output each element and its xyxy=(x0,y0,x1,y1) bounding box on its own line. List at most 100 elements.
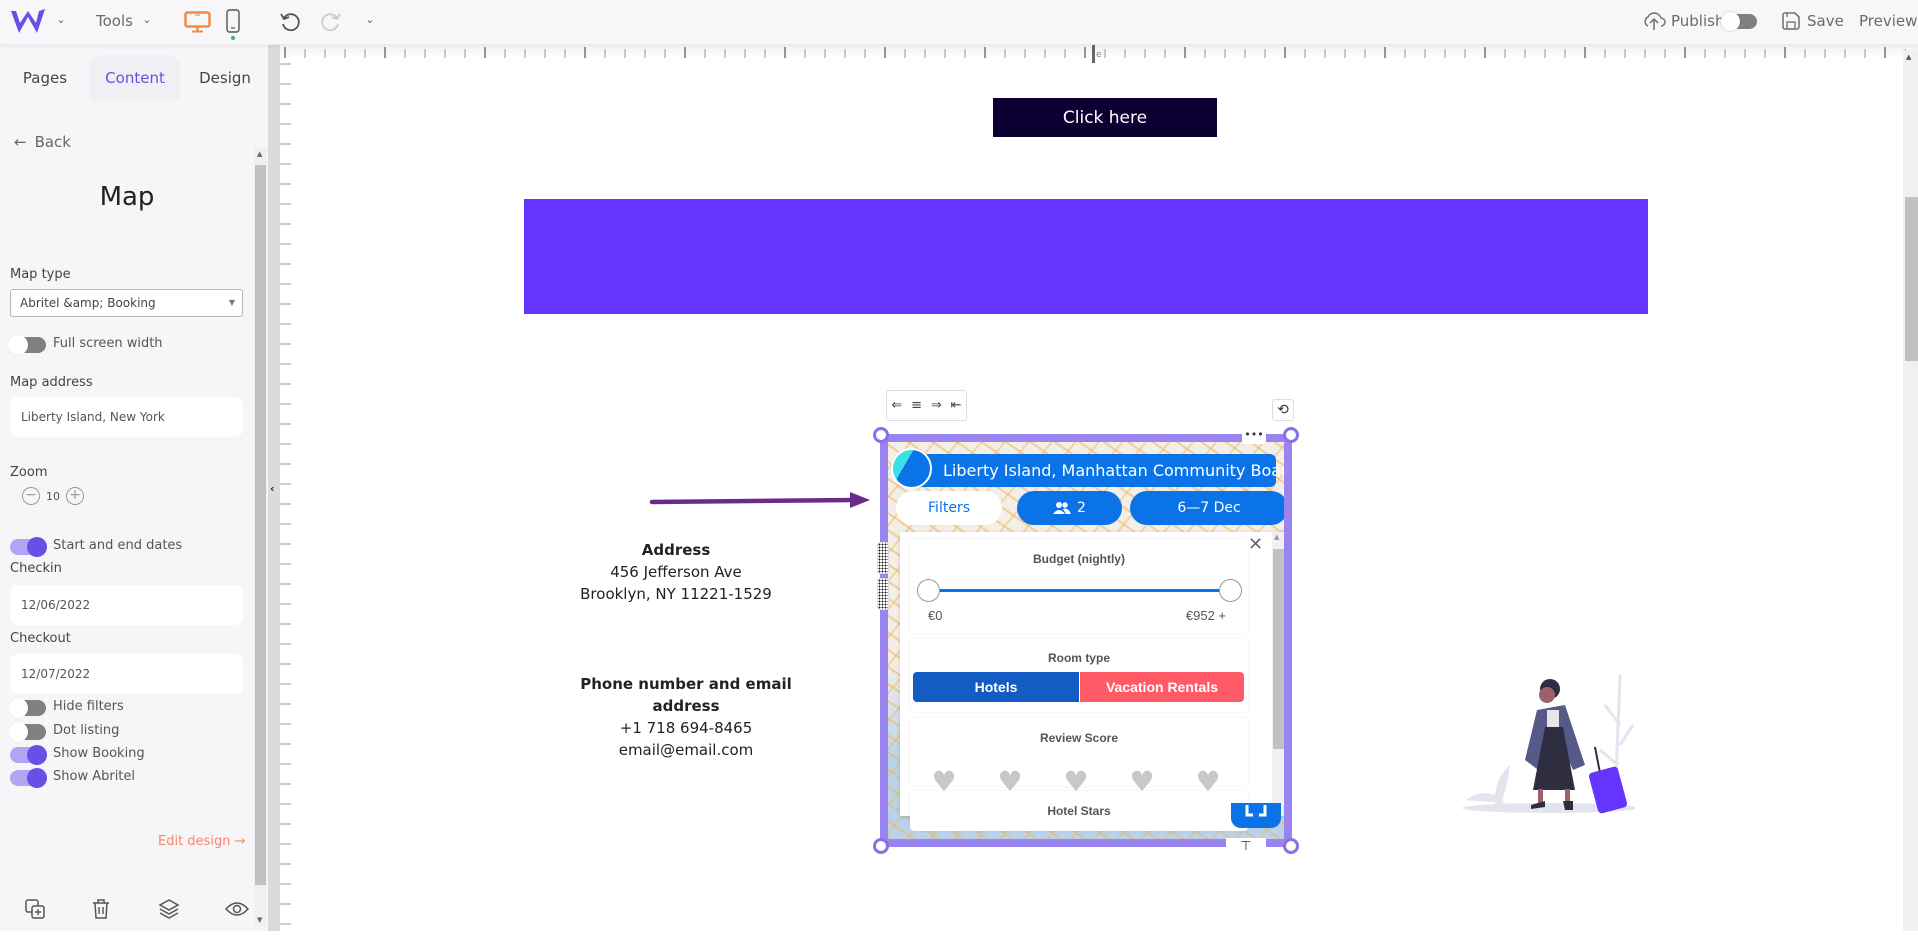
guests-count: 2 xyxy=(1077,500,1086,516)
start-end-dates-toggle[interactable] xyxy=(10,537,47,557)
dot-listing-toggle[interactable] xyxy=(8,722,46,742)
tab-content[interactable]: Content xyxy=(90,55,180,100)
filters-scrollbar-thumb[interactable] xyxy=(1273,549,1284,749)
contact-block[interactable]: Phone number and email address +1 718 69… xyxy=(546,673,826,761)
collapse-panel-icon[interactable]: ‹ xyxy=(270,482,275,495)
map-address-input[interactable]: Liberty Island, New York xyxy=(10,397,243,437)
pointer-arrow[interactable] xyxy=(648,490,873,512)
panel-scrollbar-thumb[interactable] xyxy=(255,165,266,885)
phone-number: +1 718 694-8465 xyxy=(619,719,753,737)
vertical-align-bottom-icon[interactable]: ⊤ xyxy=(1226,838,1266,858)
vertical-ruler xyxy=(280,59,292,931)
contact-heading: Phone number and email address xyxy=(580,675,792,715)
zoom-minus-button[interactable]: − xyxy=(22,487,40,505)
address-block[interactable]: Address 456 Jefferson Ave Brooklyn, NY 1… xyxy=(556,539,796,605)
guests-button[interactable]: 2 xyxy=(1017,491,1122,525)
budget-slider-min-handle[interactable] xyxy=(917,579,940,602)
purple-banner[interactable] xyxy=(524,199,1648,314)
logo-chevron-down-icon[interactable]: ⌄ xyxy=(54,12,68,26)
panel-scrollbar[interactable]: ▲ ▼ xyxy=(254,147,267,927)
publish-button[interactable]: Publish xyxy=(1671,12,1724,30)
budget-slider-track[interactable] xyxy=(934,589,1236,592)
map-type-label: Map type xyxy=(10,267,71,282)
zoom-label: Zoom xyxy=(10,465,48,480)
hotel-stars-title: Hotel Stars xyxy=(1047,804,1111,818)
reset-rotate-icon[interactable]: ⟲ xyxy=(1272,399,1294,421)
hide-filters-toggle[interactable] xyxy=(8,698,46,718)
hotels-button[interactable]: Hotels xyxy=(913,672,1079,702)
alignment-toolbar: ⇐ ≡ ⇒ ⇤ xyxy=(886,390,967,421)
zoom-value: 10 xyxy=(46,490,60,503)
tools-chevron-down-icon[interactable]: ⌄ xyxy=(140,12,154,26)
more-options-button[interactable]: ••• xyxy=(1242,428,1266,444)
resize-handle-bottom-left[interactable] xyxy=(873,838,889,854)
show-booking-label: Show Booking xyxy=(53,746,145,761)
arrow-head xyxy=(850,492,870,508)
click-here-button[interactable]: Click here xyxy=(993,98,1217,137)
map-location-header[interactable]: Liberty Island, Manhattan Community Boar… xyxy=(898,454,1284,487)
budget-slider-max-handle[interactable] xyxy=(1219,579,1242,602)
canvas-scrollbar[interactable]: ▲ xyxy=(1903,50,1918,931)
align-left-icon[interactable]: ⇐ xyxy=(891,398,902,413)
history-chevron-down-icon[interactable]: ⌄ xyxy=(363,12,377,26)
dates-button[interactable]: 6—7 Dec xyxy=(1130,491,1284,525)
panel-collapse-gutter[interactable]: ‹ xyxy=(268,45,280,931)
layers-icon[interactable] xyxy=(158,898,180,924)
scroll-up-arrow-icon[interactable]: ▲ xyxy=(257,150,262,158)
zoom-plus-button[interactable]: + xyxy=(66,487,84,505)
fullscreen-map-button[interactable] xyxy=(1231,803,1281,828)
map-type-select[interactable]: Abritel &amp; Booking ▼ xyxy=(10,289,243,317)
traveler-illustration[interactable] xyxy=(1455,665,1635,815)
tools-menu[interactable]: Tools xyxy=(96,12,133,30)
undo-icon[interactable] xyxy=(278,9,302,33)
preview-button[interactable]: Preview xyxy=(1859,12,1917,30)
close-filters-icon[interactable]: ✕ xyxy=(1248,534,1263,555)
redo-icon[interactable] xyxy=(319,9,343,33)
show-abritel-label: Show Abritel xyxy=(53,769,136,784)
dropdown-arrow-icon: ▼ xyxy=(228,298,235,307)
checkin-input[interactable]: 12/06/2022 xyxy=(10,585,243,625)
ruler-marker[interactable] xyxy=(1092,45,1095,63)
drag-handle-icon[interactable] xyxy=(877,578,889,610)
canvas-scrollbar-thumb[interactable] xyxy=(1905,197,1918,361)
budget-min-value: €0 xyxy=(928,608,943,623)
horizontal-ruler: e xyxy=(280,45,1918,63)
edit-design-link[interactable]: Edit design → xyxy=(158,834,245,849)
filters-scroll-up-icon[interactable]: ▲ xyxy=(1274,533,1279,541)
map-address-label: Map address xyxy=(10,375,93,390)
map-widget[interactable]: New York Bay Liberty Island, Manhattan C… xyxy=(880,434,1292,847)
upload-cloud-icon[interactable] xyxy=(1642,9,1666,33)
checkout-input[interactable]: 12/07/2022 xyxy=(10,654,243,694)
drag-handle-icon[interactable] xyxy=(877,542,889,574)
filters-scrollbar[interactable]: ▲ ▼ xyxy=(1272,532,1284,816)
canvas-scroll-up-icon[interactable]: ▲ xyxy=(1906,53,1911,61)
tab-design[interactable]: Design xyxy=(180,55,270,100)
trash-icon[interactable] xyxy=(91,898,111,924)
tab-pages[interactable]: Pages xyxy=(0,55,90,100)
leg xyxy=(1565,789,1570,803)
full-screen-width-toggle[interactable] xyxy=(8,335,46,355)
ruler-marker-label: e xyxy=(1096,50,1102,60)
align-right-icon[interactable]: ⇒ xyxy=(931,398,942,413)
full-width-icon[interactable]: ⇤ xyxy=(951,398,962,413)
resize-handle-top-left[interactable] xyxy=(873,427,889,443)
back-button[interactable]: ← Back xyxy=(14,133,71,151)
full-screen-width-label: Full screen width xyxy=(53,336,163,351)
show-booking-toggle[interactable] xyxy=(10,745,47,765)
filters-button[interactable]: Filters xyxy=(896,491,1002,525)
mobile-view-icon[interactable] xyxy=(225,9,241,41)
publish-toggle[interactable] xyxy=(1721,12,1757,31)
vacation-rentals-button[interactable]: Vacation Rentals xyxy=(1080,672,1244,702)
resize-handle-bottom-right[interactable] xyxy=(1283,838,1299,854)
email-address: email@email.com xyxy=(618,741,754,759)
desktop-view-icon[interactable] xyxy=(183,10,211,34)
align-center-icon[interactable]: ≡ xyxy=(911,398,922,413)
duplicate-icon[interactable] xyxy=(24,898,46,924)
eye-icon[interactable] xyxy=(224,900,250,922)
logo-icon[interactable] xyxy=(8,6,48,36)
save-button[interactable]: Save xyxy=(1807,12,1844,30)
save-icon[interactable] xyxy=(1780,10,1802,32)
show-abritel-toggle[interactable] xyxy=(10,768,47,788)
resize-handle-top-right[interactable] xyxy=(1283,427,1299,443)
scroll-down-arrow-icon[interactable]: ▼ xyxy=(257,916,262,924)
